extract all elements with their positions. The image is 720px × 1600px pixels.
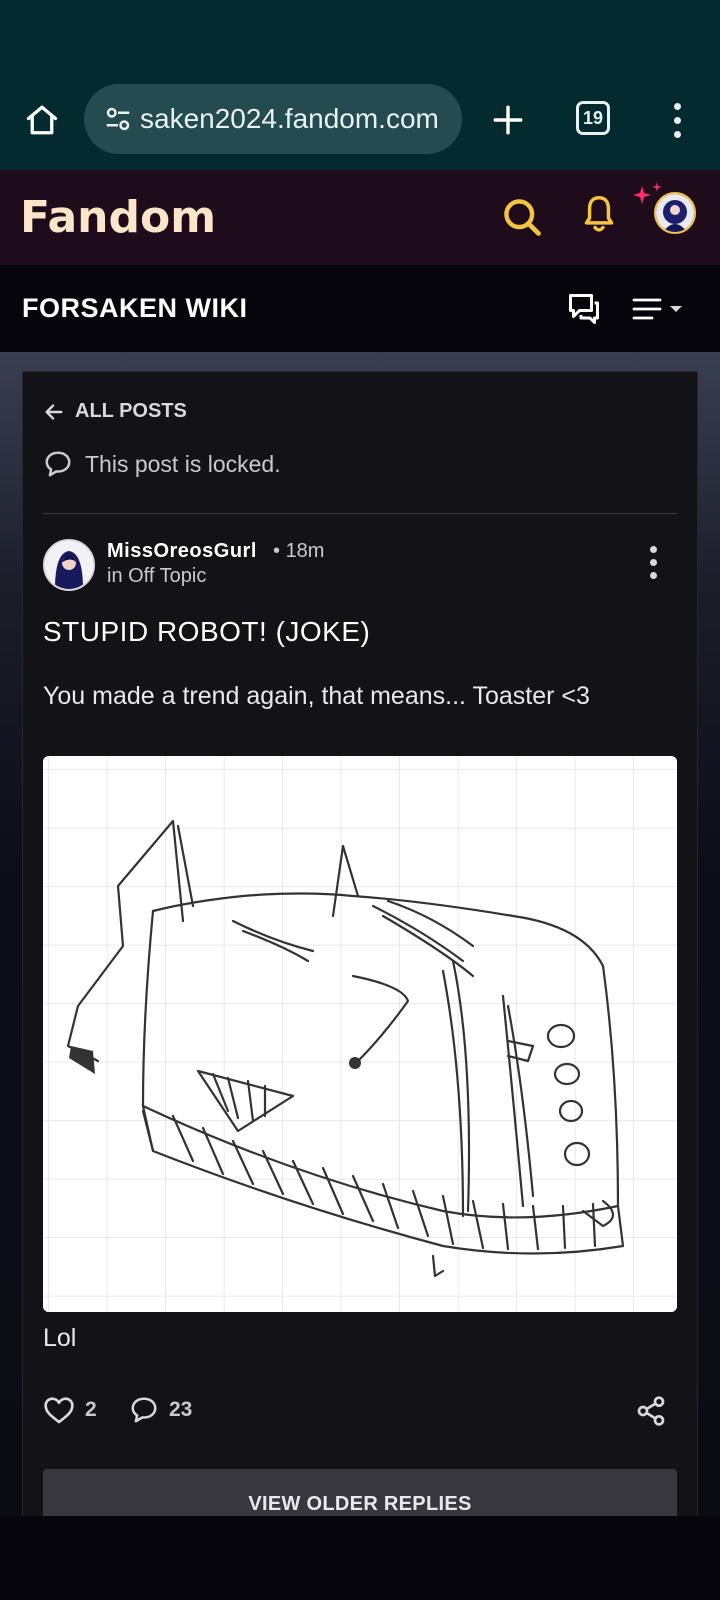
hamburger-menu-icon (632, 298, 682, 320)
notifications-button[interactable] (580, 193, 618, 242)
home-button[interactable] (22, 100, 62, 140)
tune-icon (106, 107, 130, 131)
site-settings-button[interactable] (98, 99, 138, 139)
fandom-header: Fandom (0, 170, 720, 265)
post-image[interactable] (43, 756, 677, 1312)
author-avatar[interactable] (43, 539, 95, 591)
search-button[interactable] (500, 195, 544, 244)
post-options-button[interactable] (641, 542, 665, 582)
plus-icon (493, 105, 523, 135)
search-icon (504, 199, 541, 236)
browser-menu-button[interactable] (662, 96, 692, 144)
author-name[interactable]: MissOreosGurl (107, 540, 257, 563)
system-navigation-bar (0, 1516, 720, 1600)
comment-icon (131, 1397, 157, 1423)
wiki-title[interactable]: FORSAKEN WIKI (22, 293, 248, 324)
wiki-header: FORSAKEN WIKI (0, 265, 720, 352)
post-category[interactable]: in Off Topic (107, 565, 206, 588)
all-posts-label: ALL POSTS (75, 400, 187, 422)
locked-text: This post is locked. (85, 450, 281, 477)
post-time-value: 18m (285, 540, 325, 562)
heart-icon (44, 1397, 74, 1424)
user-avatar[interactable] (654, 192, 696, 234)
browser-toolbar: saken2024.fandom.com 19 (0, 80, 720, 170)
address-bar[interactable]: saken2024.fandom.com (84, 84, 462, 154)
wiki-menu-button[interactable] (632, 295, 688, 330)
fandom-logo[interactable]: Fandom (20, 192, 216, 243)
arrow-left-icon (45, 403, 63, 420)
home-icon (26, 105, 58, 135)
locked-notice: This post is locked. (43, 449, 281, 479)
all-posts-link[interactable]: ALL POSTS (43, 400, 187, 423)
tabs-button[interactable]: 19 (576, 101, 610, 135)
post-title: STUPID ROBOT! (JOKE) (43, 616, 371, 647)
status-bar (0, 0, 720, 80)
speech-bubble-icon (45, 451, 71, 477)
share-button[interactable] (635, 1395, 667, 1432)
post-card: ALL POSTS This post is locked. MissOreos… (22, 371, 698, 1529)
discussions-icon (569, 294, 599, 324)
post-body: You made a trend again, that means... To… (43, 682, 590, 710)
overflow-menu-icon (673, 102, 681, 110)
bell-icon (584, 195, 614, 232)
more-vert-icon (649, 545, 657, 553)
like-button[interactable]: 2 (43, 1395, 97, 1425)
post-time: • 18m (273, 540, 325, 562)
comment-button[interactable]: 23 (129, 1395, 192, 1425)
toaster-drawing (43, 756, 677, 1312)
share-icon (637, 1396, 665, 1426)
new-tab-button[interactable] (486, 98, 530, 142)
like-count: 2 (85, 1398, 97, 1421)
url-text: saken2024.fandom.com (140, 103, 439, 134)
discussions-button[interactable] (566, 291, 602, 332)
comment-count: 23 (169, 1398, 193, 1421)
divider (43, 513, 677, 514)
post-caption: Lol (43, 1324, 77, 1352)
